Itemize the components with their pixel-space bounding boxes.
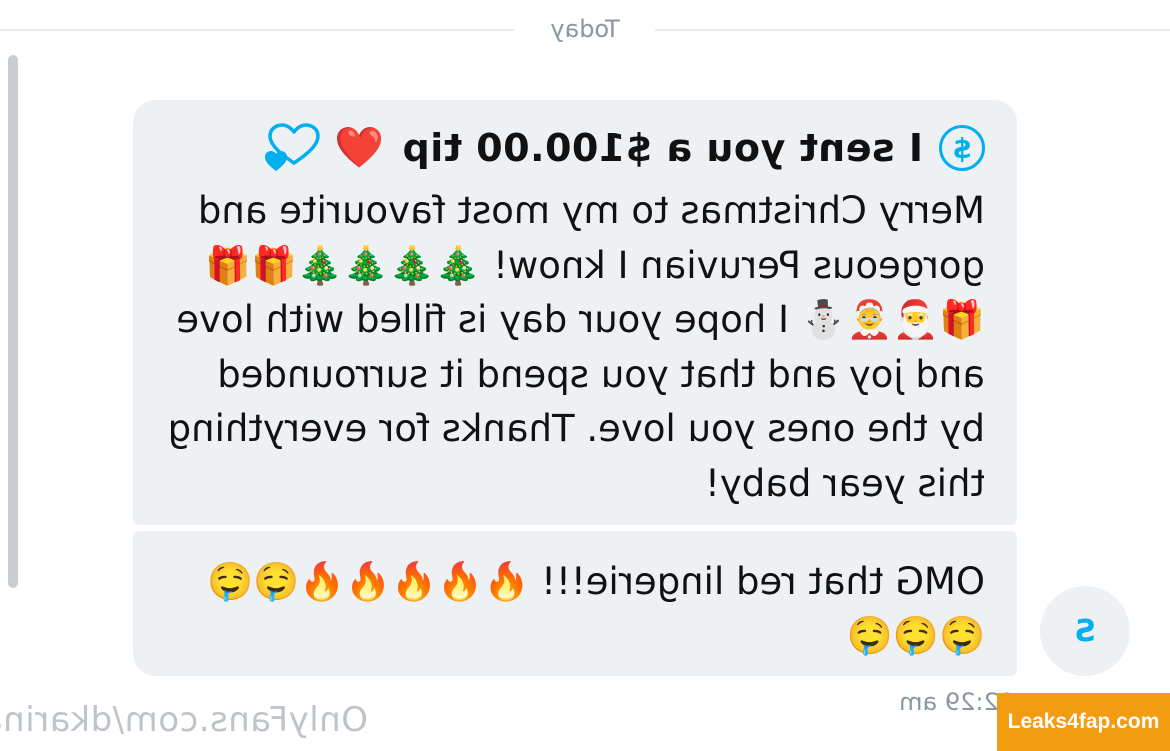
hearts-outline-icon bbox=[264, 123, 320, 171]
dollar-circle-icon: $ bbox=[939, 125, 985, 171]
watermark-badge: Leaks4fap.com bbox=[997, 693, 1170, 751]
date-divider-label: Today bbox=[550, 15, 620, 43]
tip-text: I sent you a $100.00 tip bbox=[402, 126, 923, 170]
lingerie-message-bubble[interactable]: OMG that red lingerie!!! 🔥🔥🔥🔥🔥🤤🤤🤤🤤🤤 bbox=[133, 531, 1017, 676]
date-divider-line-right bbox=[0, 29, 515, 31]
lingerie-message-text: OMG that red lingerie!!! 🔥🔥🔥🔥🔥🤤🤤🤤🤤🤤 bbox=[206, 560, 985, 657]
sender-avatar[interactable]: S bbox=[1040, 586, 1130, 676]
tip-header: $ I sent you a $100.00 tip ❤️ bbox=[167, 122, 985, 174]
christmas-message-text: Merry Christmas to my most favourite and… bbox=[167, 189, 985, 505]
site-watermark: OnlyFans.com/dkarina bbox=[0, 700, 368, 740]
scrollbar[interactable] bbox=[8, 55, 18, 588]
tip-message-bubble[interactable]: $ I sent you a $100.00 tip ❤️ Merry Chri… bbox=[133, 100, 1017, 525]
mirrored-chat-view: Today $ I sent you a $100.00 tip ❤️ Merr… bbox=[0, 0, 1170, 751]
date-divider-line-left bbox=[655, 29, 1170, 31]
red-heart-emoji: ❤️ bbox=[333, 125, 385, 171]
chat-screen: Today $ I sent you a $100.00 tip ❤️ Merr… bbox=[0, 0, 1170, 751]
